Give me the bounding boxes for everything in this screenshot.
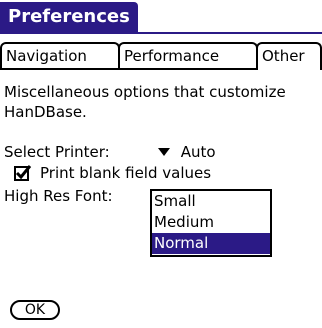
- printer-value: Auto: [180, 143, 216, 161]
- tab-other[interactable]: Other: [256, 42, 322, 70]
- print-blank-label[interactable]: Print blank field values: [40, 163, 211, 183]
- select-printer-label: Select Printer:: [4, 143, 110, 161]
- font-size-list[interactable]: Small Medium Normal: [150, 189, 272, 257]
- tab-performance[interactable]: Performance: [118, 42, 258, 68]
- high-res-font-label: High Res Font:: [4, 187, 113, 205]
- font-option-small[interactable]: Small: [152, 191, 270, 212]
- dropdown-arrow-icon: [158, 147, 170, 156]
- tab-bar: Navigation Performance Other: [0, 42, 322, 70]
- tab-navigation[interactable]: Navigation: [0, 42, 120, 68]
- printer-dropdown[interactable]: Auto: [158, 142, 216, 162]
- print-blank-checkbox[interactable]: [14, 164, 32, 182]
- font-option-normal[interactable]: Normal: [152, 233, 270, 254]
- page-title: Preferences: [0, 2, 138, 32]
- font-option-medium[interactable]: Medium: [152, 212, 270, 233]
- title-bar: Preferences: [0, 2, 322, 34]
- description-text: Miscellaneous options that customize Han…: [4, 83, 286, 121]
- ok-button[interactable]: OK: [10, 300, 60, 320]
